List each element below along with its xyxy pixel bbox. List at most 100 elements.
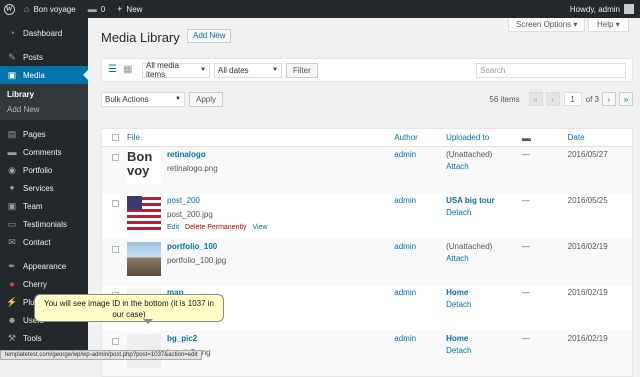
thumbnail-logo[interactable]: Bon voy (127, 150, 161, 184)
chevron-down-icon: ▼ (200, 67, 206, 73)
tutorial-callout: You will see image ID in the bottom (it … (34, 294, 224, 324)
sidebar-item-team[interactable]: ▣ Team (0, 197, 88, 215)
file-title-link[interactable]: post_200 (127, 196, 386, 205)
file-title-link[interactable]: bg_pic2 (127, 334, 386, 343)
help-button[interactable]: Help ▾ (588, 18, 629, 32)
search-input[interactable]: Search (476, 62, 626, 78)
column-comments[interactable]: ▬ (517, 128, 564, 147)
date: 2016/05/27 (563, 146, 633, 193)
column-uploaded-to[interactable]: Uploaded to (442, 128, 518, 147)
sidebar-item-tools[interactable]: ⚒ Tools (0, 329, 88, 347)
delete-permanently-link[interactable]: Delete Permanently (185, 224, 246, 231)
tools-icon: ⚒ (7, 332, 17, 343)
last-page-button[interactable]: » (619, 92, 633, 106)
portfolio-icon: ◉ (8, 164, 16, 175)
author-link[interactable]: admin (394, 288, 416, 297)
sidebar-item-portfolio[interactable]: ◉ Portfolio (0, 161, 88, 179)
file-title-link[interactable]: retinalogo (127, 150, 386, 159)
edit-link[interactable]: Edit (167, 224, 179, 231)
sidebar-item-posts[interactable]: ✎ Posts (0, 48, 88, 66)
column-date[interactable]: Date (563, 128, 633, 147)
column-file[interactable]: File (123, 128, 391, 147)
author-link[interactable]: admin (394, 334, 416, 343)
site-name-link[interactable]: ⌂ Bon voyage (18, 0, 82, 18)
detach-link[interactable]: Detach (446, 300, 514, 309)
media-filter-bar: ☰ ▦ All media items ▼ All dates ▼ Filter S… (101, 58, 633, 82)
comment-count: — (517, 238, 564, 285)
bulk-actions-bar: Bulk Actions ▼ Apply 56 items « ‹ 1 of 3 … (101, 91, 633, 107)
attach-link[interactable]: Attach (446, 162, 514, 171)
media-submenu: Library Add New (0, 84, 88, 120)
appearance-icon: ✒ (8, 260, 16, 271)
screen-options-button[interactable]: Screen Options ▾ (508, 18, 586, 32)
account-menu[interactable]: Howdy, admin (564, 0, 640, 18)
new-content-link[interactable]: + New (111, 0, 148, 18)
comment-count: — (517, 330, 564, 377)
comment-count: — (521, 195, 530, 205)
detach-link[interactable]: Detach (446, 346, 514, 355)
current-page-input[interactable]: 1 (563, 92, 582, 106)
row-checkbox[interactable] (112, 154, 119, 161)
sidebar-item-cherry[interactable]: ● Cherry (0, 275, 88, 293)
next-page-button[interactable]: › (602, 92, 616, 106)
chevron-down-icon: ▼ (272, 67, 278, 73)
file-name: post_200.jpg (167, 209, 213, 219)
comment-bubble-icon: ▬ (87, 4, 97, 14)
contact-icon: ✉ (8, 236, 16, 247)
sidebar-item-appearance[interactable]: ✒ Appearance (0, 257, 88, 275)
grid-view-icon[interactable]: ▦ (123, 65, 133, 75)
sidebar-item-services[interactable]: ✦ Services (0, 179, 88, 197)
date: 2016/02/19 (563, 330, 633, 377)
services-icon: ✦ (8, 182, 16, 193)
author-link[interactable]: admin (394, 242, 416, 251)
sidebar-item-dashboard[interactable]: ◔ Dashboard (0, 24, 88, 42)
date: 2016/05/25 (567, 195, 608, 205)
view-link[interactable]: View (252, 224, 267, 231)
sidebar-item-pages[interactable]: ▤ Pages (0, 125, 88, 143)
apply-button[interactable]: Apply (189, 91, 224, 107)
plus-icon: + (117, 4, 123, 14)
date: 2016/02/19 (567, 287, 608, 297)
detach-link[interactable]: Detach (446, 208, 514, 217)
sidebar-item-testimonials[interactable]: ▭ Testimonials (0, 215, 88, 233)
row-checkbox[interactable] (112, 199, 119, 207)
submenu-add-new[interactable]: Add New (0, 102, 88, 117)
attach-link[interactable]: Attach (446, 254, 514, 263)
author-link[interactable]: admin (394, 150, 416, 159)
select-all-checkbox[interactable] (112, 134, 119, 141)
uploaded-to: (Unattached) (446, 241, 493, 251)
items-count: 56 items (489, 94, 520, 104)
row-actions: Edit Delete Permanently View (127, 224, 386, 231)
uploaded-to-link[interactable]: Home (446, 288, 514, 297)
filter-button[interactable]: Filter (286, 62, 318, 78)
media-type-select[interactable]: All media items ▼ (142, 61, 210, 79)
sidebar-item-contact[interactable]: ✉ Contact (0, 233, 88, 251)
admin-bar: W ⌂ Bon voyage ▬ 0 + New Howdy, admin (0, 0, 640, 18)
total-pages: of 3 (585, 94, 599, 104)
column-author: Author (390, 128, 443, 147)
bulk-actions-select[interactable]: Bulk Actions ▼ (101, 91, 185, 107)
wordpress-logo-icon[interactable]: W (0, 0, 18, 18)
add-new-button[interactable]: Add New (187, 29, 232, 43)
list-view-icon[interactable]: ☰ (108, 65, 118, 75)
sidebar-item-media[interactable]: ▣ Media (0, 66, 88, 84)
uploaded-to-link[interactable]: USA big tour (446, 196, 514, 205)
table-header: File Author Uploaded to ▬ Date (101, 128, 633, 147)
comments-link[interactable]: ▬ 0 (82, 0, 111, 18)
thumbnail-flag[interactable] (127, 195, 161, 230)
row-checkbox[interactable] (112, 245, 119, 253)
comment-bubble-icon: ▬ (521, 132, 531, 143)
file-title-link[interactable]: portfolio_100 (127, 242, 386, 251)
row-checkbox[interactable] (112, 337, 119, 345)
cherry-icon: ● (9, 279, 15, 289)
testimonials-icon: ▭ (7, 218, 17, 229)
sidebar-item-comments[interactable]: ▬ Comments (0, 143, 88, 161)
uploaded-to: (Unattached) (446, 150, 493, 159)
users-icon: ☻ (7, 315, 17, 325)
thumbnail-pier[interactable] (127, 241, 161, 276)
uploaded-to-link[interactable]: Home (446, 334, 514, 343)
author-link[interactable]: admin (394, 196, 416, 205)
file-name: portfolio_100.jpg (167, 255, 227, 265)
date-select[interactable]: All dates ▼ (214, 62, 282, 78)
submenu-library[interactable]: Library (0, 87, 88, 102)
